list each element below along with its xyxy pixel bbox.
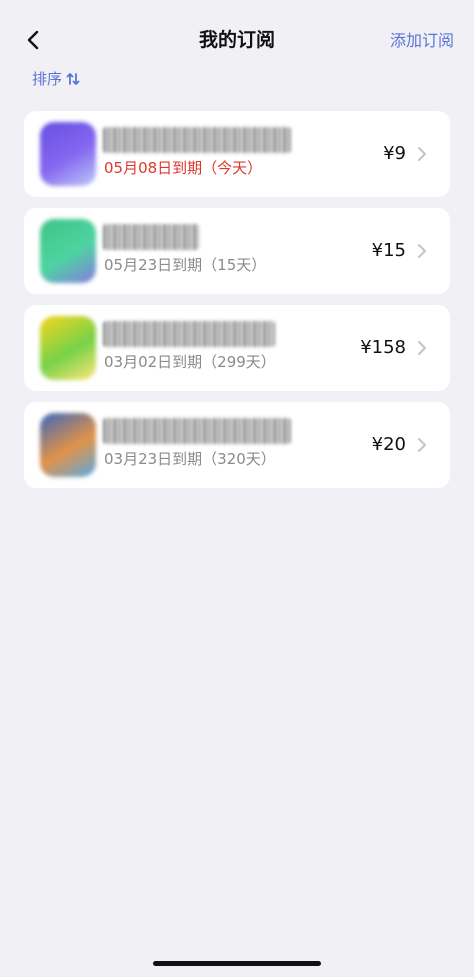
price: ¥20 [371, 434, 406, 455]
app-name-redacted [103, 321, 275, 347]
chevron-right-icon [418, 438, 426, 452]
sort-arrows-icon [66, 73, 80, 85]
chevron-left-icon [27, 30, 39, 50]
app-icon [40, 316, 96, 380]
app-icon [40, 219, 96, 283]
app-name-redacted [103, 418, 291, 444]
expiry-date: 05月08日到期（今天） [104, 159, 263, 177]
subscription-list: 05月08日到期（今天） ¥9 05月23日到期（15天） ¥15 03月02日… [24, 111, 450, 499]
home-indicator [153, 961, 321, 966]
expiry-date: 03月02日到期（299天） [104, 353, 276, 371]
back-button[interactable] [22, 28, 46, 52]
chevron-right-icon [418, 244, 426, 258]
app-name-redacted [103, 127, 291, 153]
price: ¥9 [383, 143, 406, 164]
price: ¥15 [371, 240, 406, 261]
app-icon [40, 413, 96, 477]
subscription-card[interactable]: 05月08日到期（今天） ¥9 [24, 111, 450, 197]
price: ¥158 [360, 337, 406, 358]
expiry-date: 03月23日到期（320天） [104, 450, 276, 468]
sort-button[interactable]: 排序 [32, 68, 81, 90]
subscription-card[interactable]: 05月23日到期（15天） ¥15 [24, 208, 450, 294]
subscription-card[interactable]: 03月23日到期（320天） ¥20 [24, 402, 450, 488]
app-name-redacted [103, 224, 199, 250]
app-icon [40, 122, 96, 186]
add-subscription-button[interactable]: 添加订阅 [390, 30, 454, 52]
sort-label: 排序 [32, 70, 63, 88]
chevron-right-icon [418, 341, 426, 355]
subscription-card[interactable]: 03月02日到期（299天） ¥158 [24, 305, 450, 391]
expiry-date: 05月23日到期（15天） [104, 256, 267, 274]
chevron-right-icon [418, 147, 426, 161]
